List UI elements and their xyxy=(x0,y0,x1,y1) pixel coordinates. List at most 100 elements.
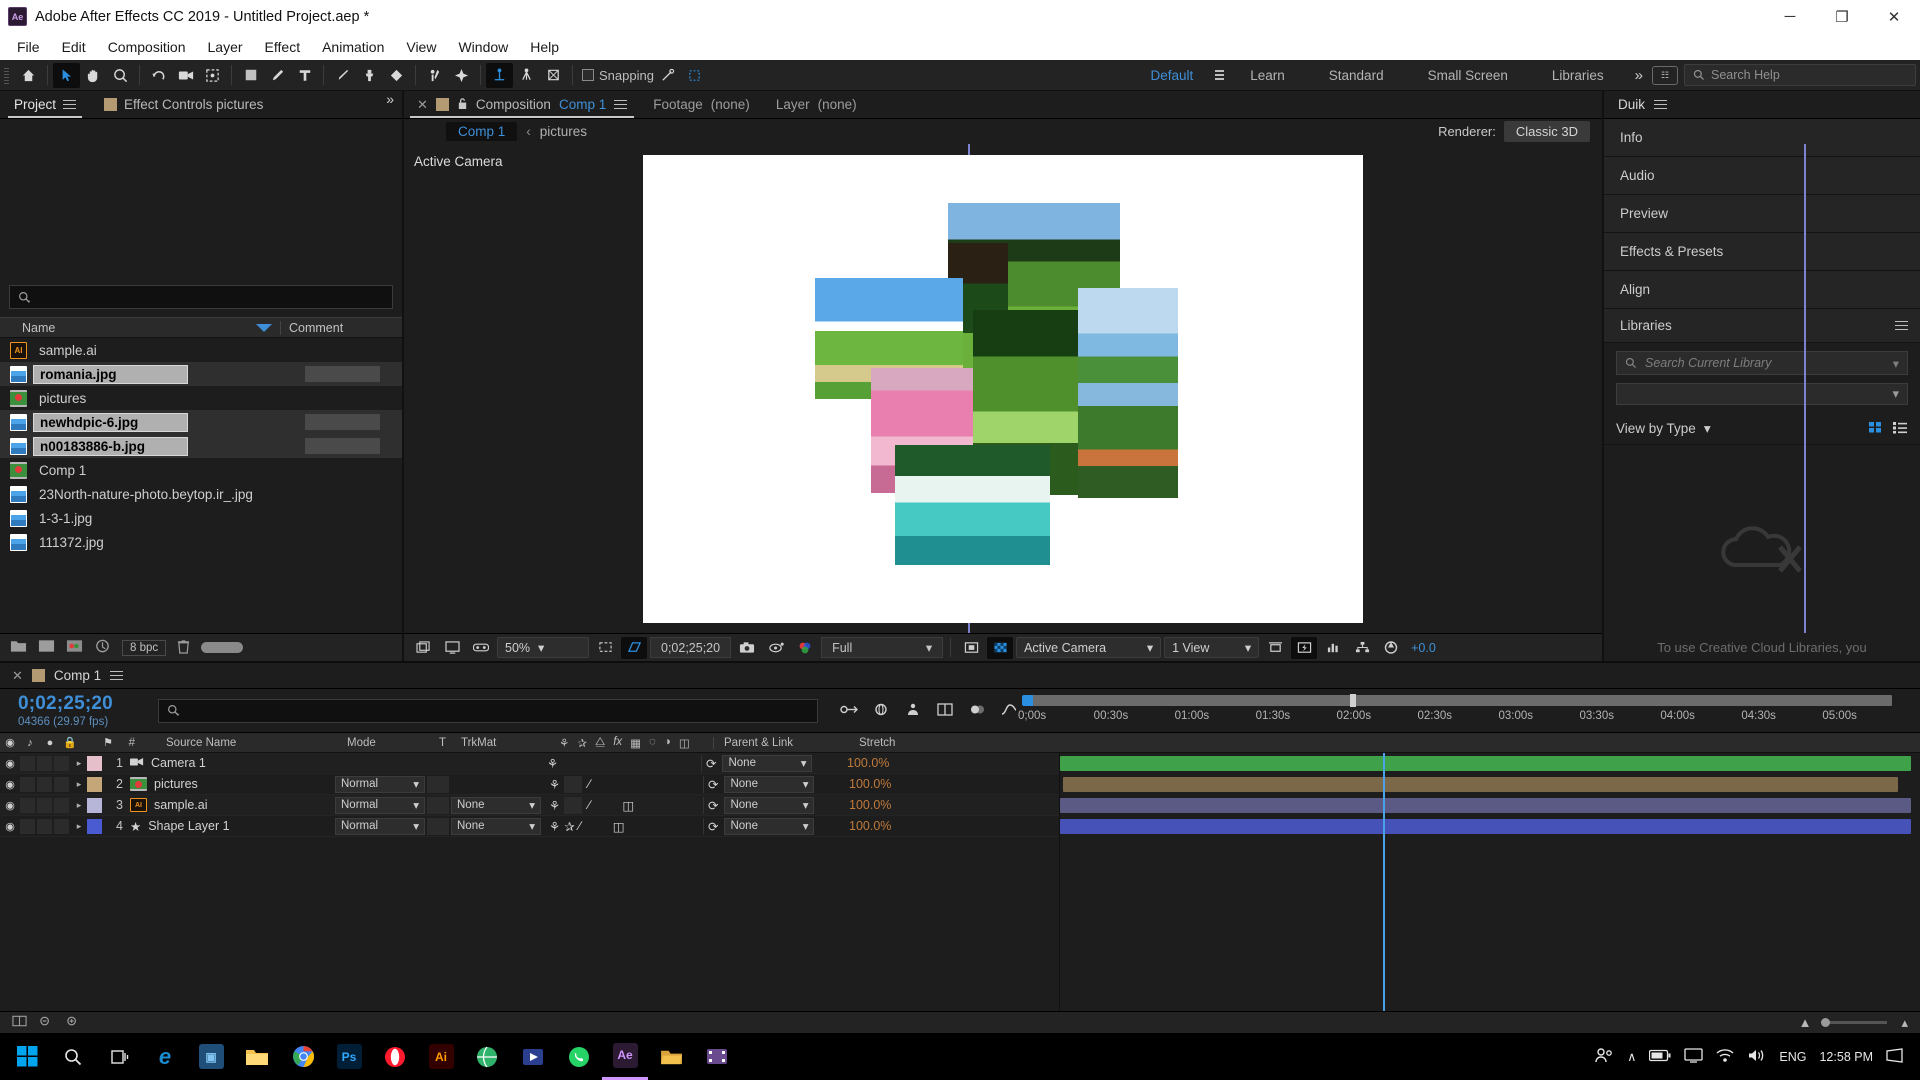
eraser-tool[interactable] xyxy=(383,63,410,88)
parent-pickwhip-icon[interactable]: ⟳ xyxy=(708,819,718,834)
timeline-zoom-plus-icon[interactable]: ▴ xyxy=(1901,1015,1908,1031)
shape-tool[interactable] xyxy=(237,63,264,88)
shy-icon[interactable]: ⚘ xyxy=(559,736,569,750)
opera-icon[interactable] xyxy=(372,1033,418,1080)
workspace-overflow-chevron-icon[interactable]: » xyxy=(1626,67,1652,84)
lock-icon[interactable] xyxy=(457,97,468,113)
frame-blending-icon[interactable] xyxy=(936,702,954,720)
layer-visibility-toggle[interactable]: ◉ xyxy=(0,778,20,791)
layer-lock-toggle[interactable] xyxy=(54,797,69,813)
timeline-zoom-slider[interactable] xyxy=(1821,1018,1888,1027)
parent-select[interactable]: None ▾ xyxy=(724,796,815,814)
minimize-button[interactable]: ─ xyxy=(1764,0,1816,33)
solo-icon[interactable]: ● xyxy=(40,737,60,749)
list-item[interactable]: pictures xyxy=(0,386,402,410)
workspace-standard[interactable]: Standard xyxy=(1307,60,1406,91)
work-area-start-handle[interactable] xyxy=(1022,695,1033,706)
3d-layer-icon[interactable]: ◫ xyxy=(613,819,625,834)
snapshot-icon[interactable] xyxy=(734,637,760,659)
timeline-playhead[interactable] xyxy=(1383,753,1386,1011)
label-icon[interactable]: ⚑ xyxy=(96,736,120,749)
layer-lock-toggle[interactable] xyxy=(54,755,69,771)
roto-brush-tool[interactable] xyxy=(421,63,448,88)
menu-file[interactable]: File xyxy=(6,36,51,58)
accordion-audio[interactable]: Audio xyxy=(1604,157,1920,195)
fast-previews-icon[interactable] xyxy=(1291,636,1318,659)
timeline-search-input[interactable] xyxy=(158,698,818,723)
timeline-zoom-in-icon[interactable] xyxy=(66,1015,81,1030)
reset-exposure-icon[interactable] xyxy=(1378,637,1404,659)
accordion-preview[interactable]: Preview xyxy=(1604,195,1920,233)
whatsapp-icon[interactable] xyxy=(556,1033,602,1080)
3d-layer-icon[interactable]: ◫ xyxy=(622,798,634,813)
show-snapshot-icon[interactable] xyxy=(763,637,789,659)
stretch-value[interactable]: 100.0% xyxy=(843,777,923,791)
explorer-icon[interactable] xyxy=(234,1033,280,1080)
layer-visibility-toggle[interactable]: ◉ xyxy=(0,757,20,770)
graph-editor-icon[interactable] xyxy=(1000,702,1018,720)
snapping-toggle[interactable]: Snapping xyxy=(582,68,654,83)
snapping-checkbox[interactable] xyxy=(582,69,594,81)
layer-bar-shape[interactable] xyxy=(1060,819,1912,834)
layer-twirl-icon[interactable]: ▸ xyxy=(71,800,87,811)
table-row[interactable]: ◉ ▸ 4 ★ Shape Layer 1 Normal ▾ None ▾ ⚘ … xyxy=(0,816,1059,837)
chrome-icon[interactable] xyxy=(280,1033,326,1080)
preserve-transparency-toggle[interactable] xyxy=(427,817,449,835)
photoshop-icon[interactable]: Ps xyxy=(326,1033,372,1080)
layer-label-color[interactable] xyxy=(87,755,102,771)
layer-lock-toggle[interactable] xyxy=(54,818,69,834)
keyboard-shortcuts-icon[interactable]: ☷ xyxy=(1652,65,1678,85)
libraries-panel-header[interactable]: Libraries xyxy=(1604,309,1920,343)
work-area-bar[interactable] xyxy=(1022,694,1892,707)
stretch-value[interactable]: 100.0% xyxy=(841,756,921,770)
timeline-graph-icon[interactable] xyxy=(1320,637,1346,659)
start-button[interactable] xyxy=(4,1033,50,1080)
sort-descending-icon[interactable] xyxy=(256,323,272,332)
time-marker[interactable] xyxy=(1350,694,1357,707)
comment-cell[interactable] xyxy=(305,414,380,430)
layer-name-cell[interactable]: Camera 1 xyxy=(130,756,335,770)
orbit-camera-tool[interactable] xyxy=(513,63,540,88)
layer-bar-sample-ai[interactable] xyxy=(1060,798,1912,813)
layer-twirl-icon[interactable]: ▸ xyxy=(71,779,87,790)
pan-behind-tool[interactable] xyxy=(199,63,226,88)
layer-audio-toggle[interactable] xyxy=(20,776,35,792)
parent-pickwhip-icon[interactable]: ⟳ xyxy=(706,756,716,771)
current-timecode[interactable]: 0;02;25;20 xyxy=(650,637,732,658)
menu-composition[interactable]: Composition xyxy=(97,36,197,58)
shy-icon[interactable]: ⚘ xyxy=(549,777,560,792)
list-item[interactable]: romania.jpg xyxy=(0,362,402,386)
accordion-align[interactable]: Align xyxy=(1604,271,1920,309)
zoom-level-select[interactable]: 50% ▾ xyxy=(497,637,589,658)
hand-tool[interactable] xyxy=(80,63,107,88)
layer-audio-toggle[interactable] xyxy=(20,755,35,771)
battery-icon[interactable] xyxy=(1649,1049,1671,1065)
timeline-panel-menu-icon[interactable] xyxy=(110,668,124,683)
comp-canvas[interactable] xyxy=(643,154,1363,623)
library-search-input[interactable]: Search Current Library ▾ xyxy=(1616,351,1908,375)
camera-tool[interactable] xyxy=(172,63,199,88)
pan-camera-tool[interactable] xyxy=(540,63,567,88)
timeline-track-area[interactable] xyxy=(1060,753,1920,1011)
renderer-value[interactable]: Classic 3D xyxy=(1503,121,1590,142)
column-header-source-name[interactable]: Source Name xyxy=(142,737,347,749)
duik-panel-tab[interactable]: Duik xyxy=(1604,91,1920,119)
effects-icon[interactable]: ⧋ xyxy=(595,736,605,750)
globe-icon[interactable] xyxy=(464,1033,510,1080)
bit-depth-label[interactable]: 8 bpc xyxy=(122,639,167,656)
hide-shy-layers-icon[interactable] xyxy=(904,702,922,720)
comp-flowchart-icon[interactable] xyxy=(1349,637,1375,659)
list-item[interactable]: AI sample.ai xyxy=(0,338,402,362)
list-view-icon[interactable] xyxy=(1892,420,1908,437)
accordion-effects-presets[interactable]: Effects & Presets xyxy=(1604,233,1920,271)
panel-resize-handle[interactable] xyxy=(201,642,244,653)
list-item[interactable]: Comp 1 xyxy=(0,458,402,482)
layer-label-color[interactable] xyxy=(87,818,102,834)
selection-tool[interactable] xyxy=(53,62,80,88)
project-panel-overflow-icon[interactable]: » xyxy=(378,91,402,118)
preserve-transparency-toggle[interactable] xyxy=(427,775,449,793)
region-of-interest-icon[interactable] xyxy=(592,637,618,659)
clock[interactable]: 12:58 PM xyxy=(1819,1050,1873,1064)
channel-icon[interactable] xyxy=(792,637,818,659)
mask-icon[interactable] xyxy=(958,637,984,659)
